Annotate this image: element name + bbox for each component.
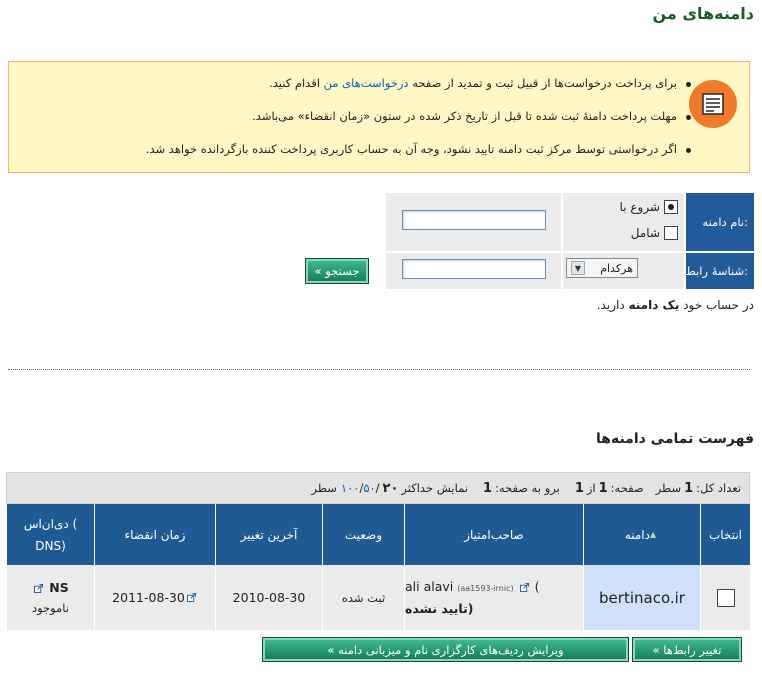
separator: / bbox=[375, 481, 380, 495]
dns-cell: NS ناموجود bbox=[6, 565, 94, 630]
page-title: دامنه‌های من bbox=[652, 4, 754, 23]
notepad-icon bbox=[689, 80, 737, 128]
holder-id: (aa1593-irnic) bbox=[457, 583, 514, 593]
notice-text: اقدام کنید. bbox=[269, 76, 320, 90]
row-select-checkbox[interactable] bbox=[716, 588, 735, 607]
change-contacts-button[interactable]: تغییر رابط‌ها » bbox=[632, 637, 742, 662]
list-title: فهرست تمامی دامنه‌ها bbox=[595, 431, 754, 447]
separator: / bbox=[359, 481, 364, 495]
holder-name[interactable]: ali alavi bbox=[405, 579, 453, 594]
expiry-cell: 2011-08-30 bbox=[94, 565, 215, 630]
match-type-cell: شروع با شامل bbox=[563, 193, 684, 251]
dns-ns-line: NS bbox=[32, 578, 69, 598]
total-unit: سطر bbox=[655, 481, 682, 495]
edit-nameservers-button[interactable]: ویرایش ردیف‌های کارگزاری نام و میزبانی د… bbox=[262, 637, 629, 662]
external-link-icon[interactable] bbox=[186, 593, 196, 602]
select-cell bbox=[700, 565, 750, 630]
holder-paren: ) bbox=[534, 578, 540, 594]
max-label: نمایش حداکثر bbox=[401, 481, 468, 495]
rows-option-100[interactable]: ۱۰۰ bbox=[341, 481, 360, 495]
radio-starts-with-control[interactable] bbox=[664, 200, 678, 214]
search-form: نام دامنه: شروع با شامل شناسهٔ رابط: هرک… bbox=[386, 193, 754, 289]
header-domain[interactable]: دامنه ▲ bbox=[583, 504, 700, 565]
radio-starts-with[interactable]: شروع با bbox=[620, 200, 678, 214]
header-dns-line1: دی‌ان‌اس ( bbox=[23, 516, 78, 531]
goto-label: برو به صفحه: bbox=[494, 481, 560, 495]
handle-input-cell bbox=[386, 253, 561, 289]
rows-option-20[interactable]: ۲۰ bbox=[383, 481, 399, 496]
domain-name-label: نام دامنه: bbox=[686, 193, 754, 251]
search-button[interactable]: جستجو » bbox=[305, 258, 369, 284]
radio-contains[interactable]: شامل bbox=[631, 226, 678, 240]
goto-page-value[interactable]: 1 bbox=[483, 481, 492, 496]
expiry-value: 2011-08-30 bbox=[112, 590, 185, 605]
header-dns: دی‌ان‌اس ( DNS) bbox=[6, 504, 94, 565]
of-label: از bbox=[586, 481, 596, 495]
domain-input-cell bbox=[386, 193, 561, 251]
handle-search-input[interactable] bbox=[402, 259, 546, 279]
rows-label: سطر bbox=[311, 481, 337, 495]
sort-asc-icon[interactable]: ▲ bbox=[650, 530, 656, 539]
radio-starts-with-label: شروع با bbox=[619, 200, 660, 214]
count-bold: یک دامنه bbox=[628, 298, 680, 312]
count-before: در حساب خود bbox=[683, 298, 754, 312]
header-last-change: آخرین تغییر bbox=[215, 504, 322, 565]
domain-search-input[interactable] bbox=[402, 210, 546, 230]
header-domain-label: دامنه bbox=[624, 527, 650, 542]
chevron-down-icon[interactable]: ▼ bbox=[571, 261, 585, 275]
handle-type-cell: هرکدام ▼ bbox=[563, 253, 684, 289]
domain-cell[interactable]: bertinaco.ir bbox=[583, 565, 700, 630]
handle-type-select[interactable]: هرکدام ▼ bbox=[566, 258, 638, 278]
header-status: وضعیت bbox=[322, 504, 404, 565]
divider bbox=[8, 369, 750, 370]
notice-box: برای پرداخت درخواست‌ها از قبیل ثبت و تمد… bbox=[8, 61, 750, 173]
my-requests-link[interactable]: درخواست‌های من bbox=[324, 76, 409, 90]
domain-count-text: در حساب خود یک دامنه دارید. bbox=[597, 298, 754, 312]
pager-bar: تعداد کل: 1 سطر صفحه: 1 از 1 برو به صفحه… bbox=[6, 472, 750, 504]
holder-line: ) (aa1593-irnic) ali alavi bbox=[405, 577, 539, 599]
header-expiry: زمان انقضاء bbox=[94, 504, 215, 565]
notice-item: مهلت پرداخت دامنهٔ ثبت شده تا قبل از تار… bbox=[252, 109, 691, 123]
notice-item: برای پرداخت درخواست‌ها از قبیل ثبت و تمد… bbox=[269, 76, 691, 90]
total-label: تعداد کل: bbox=[696, 481, 741, 495]
page-value: 1 bbox=[598, 480, 608, 496]
total-value: 1 bbox=[684, 480, 694, 496]
rows-option-50[interactable]: ۵۰ bbox=[363, 481, 375, 495]
radio-contains-control[interactable] bbox=[664, 226, 678, 240]
external-link-icon[interactable] bbox=[34, 583, 44, 593]
status-cell: ثبت شده bbox=[322, 565, 404, 630]
radio-contains-label: شامل bbox=[630, 226, 660, 240]
notice-item: اگر درخواستی توسط مرکز ثبت دامنه تایید ن… bbox=[145, 142, 692, 156]
dns-ns[interactable]: NS bbox=[49, 580, 68, 595]
handle-type-select-value: هرکدام bbox=[600, 261, 633, 275]
count-after: دارید. bbox=[596, 298, 625, 312]
of-value: 1 bbox=[574, 480, 584, 496]
holder-status: (تایید نشده bbox=[405, 600, 474, 616]
holder-cell: ) (aa1593-irnic) ali alavi (تایید نشده bbox=[404, 565, 583, 630]
external-link-icon[interactable] bbox=[519, 582, 529, 592]
header-dns-line2: DNS) bbox=[35, 538, 66, 553]
header-select: انتخاب bbox=[700, 504, 750, 565]
page-label: صفحه: bbox=[610, 481, 644, 495]
contact-handle-label: شناسهٔ رابط: bbox=[685, 253, 754, 289]
dns-status: ناموجود bbox=[32, 600, 69, 615]
last-change-cell: 2010-08-30 bbox=[215, 565, 322, 630]
notice-text: برای پرداخت درخواست‌ها از قبیل ثبت و تمد… bbox=[412, 76, 677, 90]
domains-table: انتخاب دامنه ▲ صاحب‌امتیاز وضعیت آخرین ت… bbox=[6, 504, 750, 631]
header-holder: صاحب‌امتیاز bbox=[404, 504, 583, 565]
